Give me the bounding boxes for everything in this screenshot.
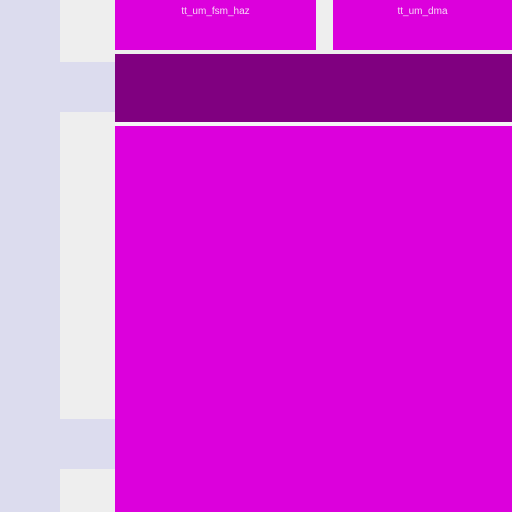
tile-dma[interactable]: tt_um_dma xyxy=(333,0,512,50)
gutter-gap xyxy=(60,62,115,112)
tile-map-view: tt_um_fsm_haz tt_um_dma xyxy=(0,0,512,512)
gutter-segment xyxy=(60,0,115,62)
tile-label: tt_um_fsm_haz xyxy=(181,6,250,17)
gutter-segment xyxy=(60,112,115,419)
gutter-segment xyxy=(60,469,115,512)
tile-fsm-haz[interactable]: tt_um_fsm_haz xyxy=(115,0,316,50)
main-tile[interactable] xyxy=(115,126,512,512)
gutter-gap xyxy=(60,419,115,469)
tile-label: tt_um_dma xyxy=(397,6,448,17)
left-rail xyxy=(0,0,60,512)
header-tile[interactable] xyxy=(115,54,512,122)
